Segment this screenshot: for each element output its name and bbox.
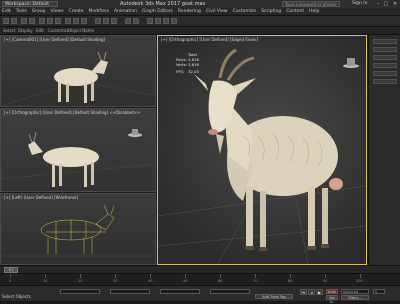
main-toolbar — [0, 16, 400, 27]
goat-ortho-render — [1, 129, 155, 187]
fps-label: FPS: — [176, 69, 185, 74]
select-tab[interactable]: Select — [3, 28, 15, 33]
move-icon[interactable] — [65, 18, 71, 24]
maximize-button[interactable]: □ — [382, 1, 390, 7]
tick-label: 90 — [323, 279, 328, 283]
tick-label: 70 — [253, 279, 258, 283]
menu-item[interactable]: Animation — [114, 9, 137, 14]
main-viewport[interactable]: [+] [Orthographic] [User Defined] [Edged… — [157, 35, 367, 265]
render-icon[interactable] — [171, 18, 177, 24]
angle-snap-icon[interactable] — [103, 18, 109, 24]
select-icon[interactable] — [39, 18, 45, 24]
scene-explorer-bar: Select Display Edit Customize Object Nam… — [0, 27, 400, 35]
z-coordinate-field[interactable] — [210, 289, 250, 294]
goat-wireframe — [1, 204, 155, 257]
link-icon[interactable] — [21, 18, 27, 24]
menu-item[interactable]: Civil View — [206, 9, 228, 14]
display-tab[interactable]: Display — [18, 28, 33, 33]
go-to-start-icon[interactable]: ⏮ — [300, 289, 307, 295]
left-wireframe-viewport[interactable]: [+] [Left] [User Defined] [Wireframe] — [0, 193, 156, 265]
edit-tab[interactable]: Edit — [36, 28, 44, 33]
verts-value: 3,616 — [188, 62, 199, 67]
search-input[interactable]: Type a keyword or phrase — [282, 1, 340, 7]
fps-value: 32.03 — [188, 69, 199, 74]
snap-icon[interactable] — [95, 18, 101, 24]
align-icon[interactable] — [133, 18, 139, 24]
previous-frame-icon[interactable]: ◂ — [308, 289, 315, 295]
status-message: Select Objects — [2, 294, 31, 299]
play-icon[interactable]: ▶ — [316, 289, 323, 295]
customize-tab[interactable]: Customize — [48, 28, 69, 33]
key-filter-select[interactable]: Selected — [341, 289, 369, 294]
modify-tab[interactable] — [373, 47, 397, 52]
tick-label: 20 — [78, 279, 83, 283]
tick-label: 0 — [9, 279, 12, 283]
tick-label: 50 — [183, 279, 188, 283]
rect-select-icon[interactable] — [55, 18, 61, 24]
scale-icon[interactable] — [81, 18, 87, 24]
menu-item[interactable]: Customize — [233, 9, 257, 14]
tick-label: 30 — [113, 279, 118, 283]
menu-bar: Edit Tools Group Views Create Modifiers … — [0, 8, 400, 16]
tick-label: 80 — [288, 279, 293, 283]
status-bar: Select Objects Add Time Tag ⏮ ◂ ▶ Auto S… — [0, 285, 400, 304]
tick-label: 100 — [356, 279, 363, 283]
menu-item[interactable]: Edit — [2, 9, 11, 14]
unlink-icon[interactable] — [29, 18, 35, 24]
menu-item[interactable]: Scripting — [261, 9, 281, 14]
window-title: Autodesk 3ds Max 2017 goat.max — [120, 1, 206, 7]
menu-item[interactable]: Content — [286, 9, 304, 14]
y-coordinate-field[interactable] — [160, 289, 200, 294]
display-panel-tab[interactable] — [373, 71, 397, 76]
menu-item[interactable]: Modifiers — [89, 9, 110, 14]
tick-label: 40 — [148, 279, 153, 283]
menu-item[interactable]: Create — [69, 9, 84, 14]
filters-button[interactable]: Filters... — [341, 295, 369, 300]
render-setup-icon[interactable] — [163, 18, 169, 24]
set-key-button[interactable]: Set K. — [326, 295, 338, 304]
menu-item[interactable]: Group — [32, 9, 46, 14]
workspace-selector[interactable]: Workspace: Default — [2, 1, 58, 7]
mirror-icon[interactable] — [125, 18, 131, 24]
material-editor-icon[interactable] — [155, 18, 161, 24]
menu-item[interactable]: Views — [51, 9, 64, 14]
tick-label: 10 — [43, 279, 48, 283]
undo-icon[interactable] — [3, 18, 9, 24]
command-panel — [368, 35, 400, 265]
menu-item[interactable]: Help — [309, 9, 319, 14]
select-by-name-icon[interactable] — [47, 18, 53, 24]
maxscript-listener-field[interactable] — [60, 289, 100, 294]
curve-editor-icon[interactable] — [147, 18, 153, 24]
add-time-tag-button[interactable]: Add Time Tag — [255, 294, 293, 299]
teapot-icon — [128, 129, 142, 137]
menu-item[interactable]: Rendering — [178, 9, 201, 14]
verts-label: Verts: — [176, 62, 187, 67]
current-frame-field[interactable]: 0 — [373, 289, 385, 294]
motion-tab[interactable] — [373, 63, 397, 68]
orthographic-viewport[interactable]: [+] [Orthographic] [User Defined] [Defau… — [0, 108, 156, 192]
teapot-icon — [343, 58, 359, 68]
percent-snap-icon[interactable] — [111, 18, 117, 24]
goat-camera-render — [1, 51, 155, 106]
create-tab[interactable] — [373, 39, 397, 44]
menu-item[interactable]: Tools — [16, 9, 27, 14]
hierarchy-tab[interactable] — [373, 55, 397, 60]
menu-item[interactable]: Graph Editors — [142, 9, 173, 14]
sign-in-link[interactable]: Sign In — [352, 0, 367, 8]
utilities-tab[interactable] — [373, 79, 397, 84]
rotate-icon[interactable] — [73, 18, 79, 24]
viewport-statistics: Total Polys: 3,618 Verts: 3,616 FPS: 32.03 — [176, 52, 199, 74]
redo-icon[interactable] — [11, 18, 17, 24]
x-coordinate-field[interactable] — [110, 289, 150, 294]
close-button[interactable]: ✕ — [391, 1, 399, 7]
auto-key-button[interactable]: Auto — [326, 289, 338, 294]
object-name-column: Object Name — [68, 28, 95, 33]
tick-label: 60 — [218, 279, 223, 283]
camera-viewport[interactable]: [+] [Camera001] [User Defined] [Default … — [0, 35, 156, 107]
minimize-button[interactable]: – — [374, 1, 382, 7]
